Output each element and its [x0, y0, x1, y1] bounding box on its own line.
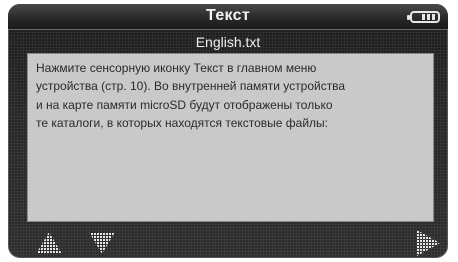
page-up-button[interactable] — [35, 230, 63, 256]
text-line: устройства (стр. 10). Во внутренней памя… — [36, 79, 346, 94]
file-name: English.txt — [195, 34, 261, 50]
title-bar: Текст — [8, 4, 448, 30]
arrow-up-icon — [36, 232, 62, 254]
device-screen: Текст English.txt Нажмите сенсорную икон… — [8, 4, 448, 258]
text-viewer[interactable]: Нажмите сенсорную иконку Текст в главном… — [27, 53, 434, 222]
text-line: Нажмите сенсорную иконку Текст в главном… — [36, 61, 317, 75]
battery-icon — [407, 11, 440, 23]
text-line: те каталоги, в которых находятся текстов… — [36, 116, 329, 131]
page-down-button[interactable] — [88, 230, 116, 256]
text-line: и на карте памяти microSD будут отображе… — [36, 97, 333, 112]
arrow-down-icon — [89, 232, 115, 254]
arrow-right-icon — [417, 230, 440, 256]
next-button[interactable] — [414, 228, 442, 256]
page-title: Текст — [206, 7, 250, 24]
